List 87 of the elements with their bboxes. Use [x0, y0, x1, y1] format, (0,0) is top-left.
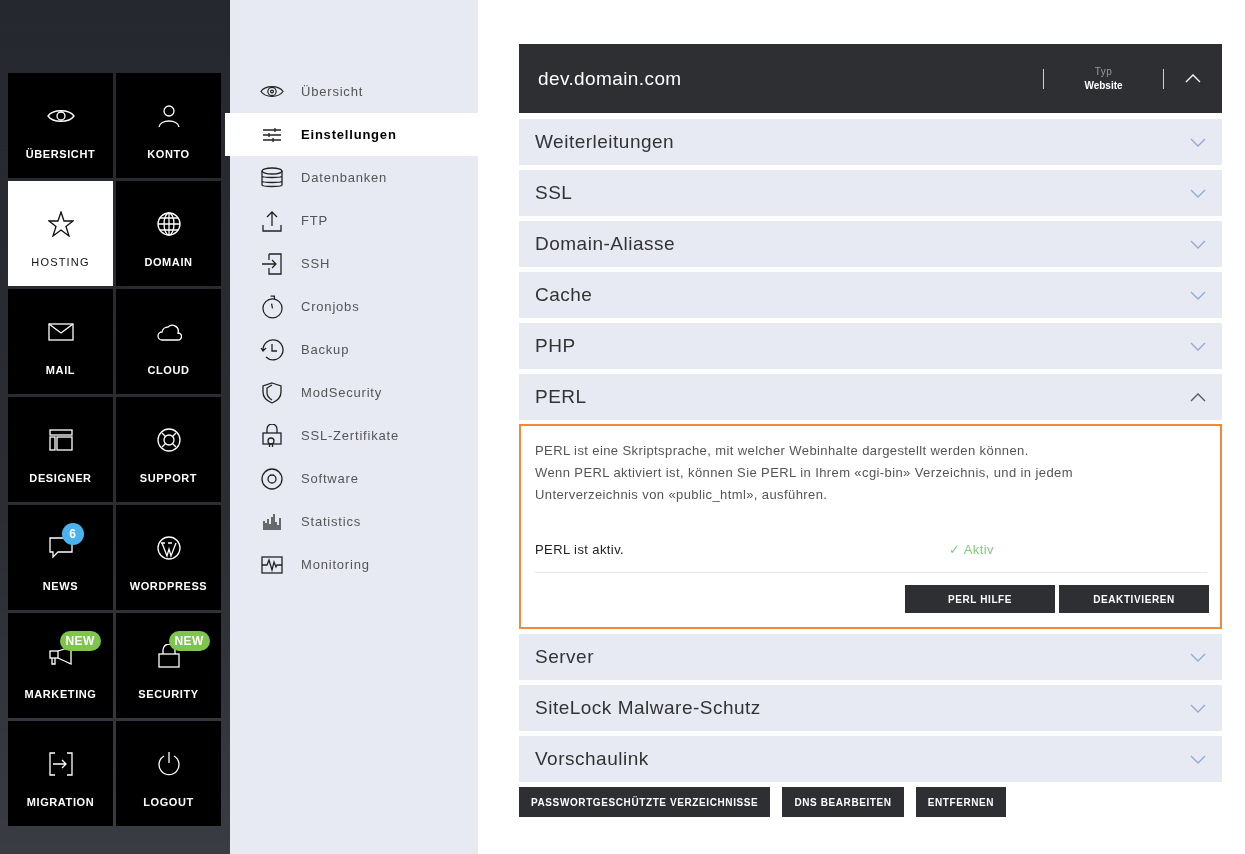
action-button[interactable]: ENTFERNEN: [915, 787, 1007, 817]
accordion-header[interactable]: PERL: [519, 374, 1222, 420]
section-title: Weiterleitungen: [535, 131, 676, 153]
type-value: Website: [1084, 80, 1123, 91]
nav-tile[interactable]: ÜBERSICHT: [8, 73, 113, 178]
action-button[interactable]: PASSWORTGESCHÜTZTE VERZEICHNISSE: [519, 787, 771, 817]
status-label: PERL ist aktiv.: [535, 541, 626, 557]
stopwatch-icon: [261, 294, 283, 319]
status-value: ✓ Aktiv: [949, 541, 994, 557]
nav-tile[interactable]: LOGOUT: [116, 721, 221, 826]
section-title: Cache: [535, 284, 594, 306]
submenu-item[interactable]: Backup: [230, 328, 478, 371]
nav-tile[interactable]: KONTO: [116, 73, 221, 178]
action-button[interactable]: DNS BEARBEITEN: [782, 787, 904, 817]
submenu-item[interactable]: Statistics: [230, 500, 478, 543]
nav-tile[interactable]: MAIL: [8, 289, 113, 394]
sliders-icon: [262, 126, 282, 143]
submenu-item[interactable]: Cronjobs: [230, 285, 478, 328]
person-icon: [156, 104, 181, 128]
action-button[interactable]: DEAKTIVIEREN: [1059, 585, 1209, 613]
section-title: Server: [535, 646, 595, 668]
submenu-item[interactable]: Monitoring: [230, 543, 478, 586]
accordion-header[interactable]: Weiterleitungen: [519, 119, 1222, 165]
section-title: PHP: [535, 335, 577, 357]
eye-icon: [260, 83, 284, 100]
section-title: SiteLock Malware-Schutz: [535, 697, 762, 719]
wordpress-icon: [156, 536, 181, 560]
section-title: Vorschaulink: [535, 748, 650, 770]
sign-in-icon: [261, 252, 283, 275]
accordion-header[interactable]: PHP: [519, 323, 1222, 369]
nav-tile[interactable]: DESIGNER: [8, 397, 113, 502]
nav-tile[interactable]: SUPPORT: [116, 397, 221, 502]
nav-tile[interactable]: WORDPRESS: [116, 505, 221, 610]
section-title: SSL: [535, 182, 574, 204]
action-button[interactable]: PERL HILFE: [905, 585, 1055, 613]
upload-icon: [262, 209, 282, 232]
description-text: Wenn PERL aktiviert ist, können Sie PERL in Ihrem «cgi-bin» Verzeichnis, und in jedem: [535, 464, 1074, 482]
description-text: PERL ist eine Skriptsprache, mit welcher Webinhalte dargestellt werden können.: [535, 442, 1030, 460]
history-icon: [260, 338, 284, 361]
nav-tile[interactable]: NEW MARKETING: [8, 613, 113, 718]
new-badge: NEW: [59, 631, 101, 651]
envelope-icon: [47, 323, 74, 341]
cloud-icon: [155, 322, 182, 342]
submenu-item[interactable]: Datenbanken: [230, 156, 478, 199]
submenu-item[interactable]: Übersicht: [230, 70, 478, 113]
submenu-item[interactable]: Einstellungen: [225, 113, 478, 156]
nav-tile[interactable]: DOMAIN: [116, 181, 221, 286]
collapse-caret-icon[interactable]: [1185, 74, 1201, 83]
new-badge: NEW: [168, 631, 210, 651]
submenu-item[interactable]: Software: [230, 457, 478, 500]
disc-icon: [261, 467, 283, 490]
submenu-item[interactable]: FTP: [230, 199, 478, 242]
submenu-item[interactable]: SSH: [230, 242, 478, 285]
section-title: PERL: [535, 386, 588, 408]
lifebuoy-icon: [156, 428, 181, 452]
chevron-icon[interactable]: [1190, 392, 1206, 402]
accordion-header[interactable]: Domain-Aliasse: [519, 221, 1222, 267]
megaphone-icon: [48, 646, 73, 666]
heartbeat-monitor-icon: [261, 555, 283, 574]
submenu-item[interactable]: SSL-Zertifikate: [230, 414, 478, 457]
accordion-header[interactable]: Cache: [519, 272, 1222, 318]
accordion-header[interactable]: Vorschaulink: [519, 736, 1222, 782]
submenu-item[interactable]: ModSecurity: [230, 371, 478, 414]
star-icon: [47, 211, 74, 237]
section-title: Domain-Aliasse: [535, 233, 677, 255]
layout-icon: [48, 429, 73, 451]
exit-arrow-icon: [48, 752, 73, 776]
description-text: Unterverzeichnis von «public_html», ausführen.: [535, 486, 829, 504]
nav-tile[interactable]: NEW SECURITY: [116, 613, 221, 718]
padlock-icon: [157, 644, 180, 668]
nav-tile[interactable]: HOSTING: [8, 181, 113, 286]
accordion-header[interactable]: Server: [519, 634, 1222, 680]
type-label: Typ: [1094, 66, 1113, 77]
nav-tile[interactable]: MIGRATION: [8, 721, 113, 826]
nav-tile[interactable]: 6 NEWS: [8, 505, 113, 610]
accordion-header[interactable]: SiteLock Malware-Schutz: [519, 685, 1222, 731]
nav-tile[interactable]: CLOUD: [116, 289, 221, 394]
certificate-lock-icon: [262, 423, 282, 448]
speech-bubble-icon: [48, 537, 73, 559]
bar-chart-icon: [262, 512, 282, 531]
database-icon: [261, 166, 283, 189]
globe-icon: [156, 212, 181, 236]
accordion-header[interactable]: SSL: [519, 170, 1222, 216]
count-badge: 6: [61, 523, 84, 545]
domain-title: dev.domain.com: [538, 67, 683, 90]
shield-icon: [262, 381, 282, 404]
power-icon: [156, 751, 181, 777]
